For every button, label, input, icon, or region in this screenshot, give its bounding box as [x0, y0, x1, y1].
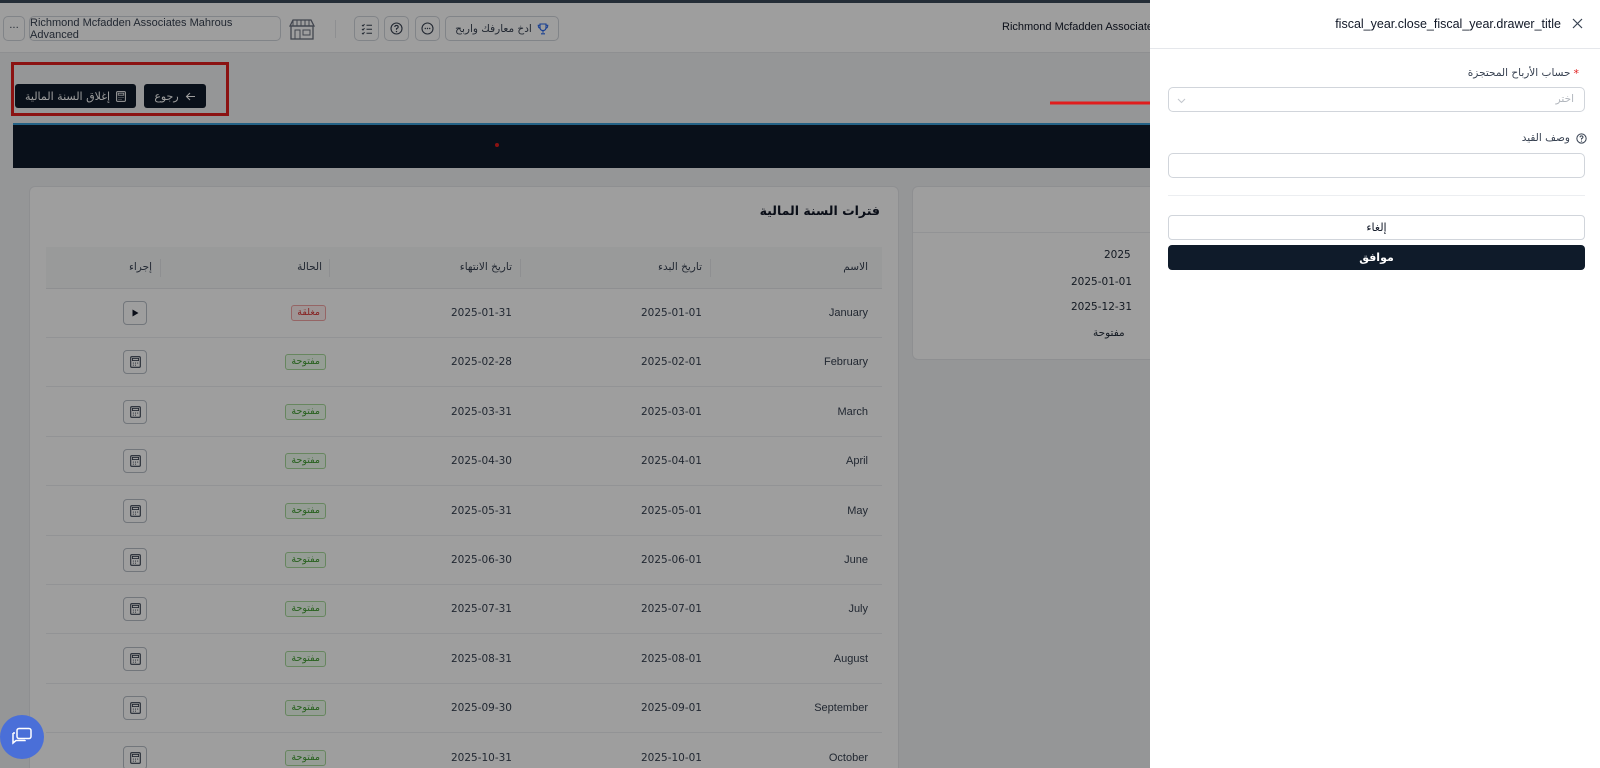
chat-bubble-icon: [12, 727, 32, 745]
close-icon: [1572, 18, 1583, 29]
required-mark: *: [1573, 67, 1580, 80]
retained-earnings-label: حساب الأرباح المحتجزة: [1467, 67, 1571, 79]
drawer-header: fiscal_year.close_fiscal_year.drawer_tit…: [1150, 0, 1600, 49]
cancel-button[interactable]: إلغاء: [1168, 215, 1585, 240]
drawer-title: fiscal_year.close_fiscal_year.drawer_tit…: [1335, 17, 1561, 31]
ok-label: موافق: [1359, 251, 1394, 264]
close-fiscal-year-drawer: fiscal_year.close_fiscal_year.drawer_tit…: [1150, 0, 1600, 768]
cancel-label: إلغاء: [1366, 221, 1387, 234]
ok-button[interactable]: موافق: [1168, 245, 1585, 270]
retained-earnings-placeholder: اختر: [1555, 93, 1574, 105]
chevron-down-icon: [1177, 95, 1186, 107]
description-label-row: وصف القيد: [1522, 132, 1587, 144]
retained-earnings-label-row: حساب الأرباح المحتجزة *: [1468, 67, 1579, 80]
modal-overlay[interactable]: [0, 0, 1150, 768]
close-drawer-button[interactable]: [1572, 18, 1583, 32]
support-chat-button[interactable]: [0, 715, 44, 759]
description-label: وصف القيد: [1521, 132, 1570, 144]
help-icon[interactable]: [1576, 132, 1587, 144]
description-input[interactable]: [1168, 153, 1585, 178]
drawer-divider: [1168, 195, 1585, 196]
retained-earnings-select[interactable]: اختر: [1168, 87, 1585, 112]
